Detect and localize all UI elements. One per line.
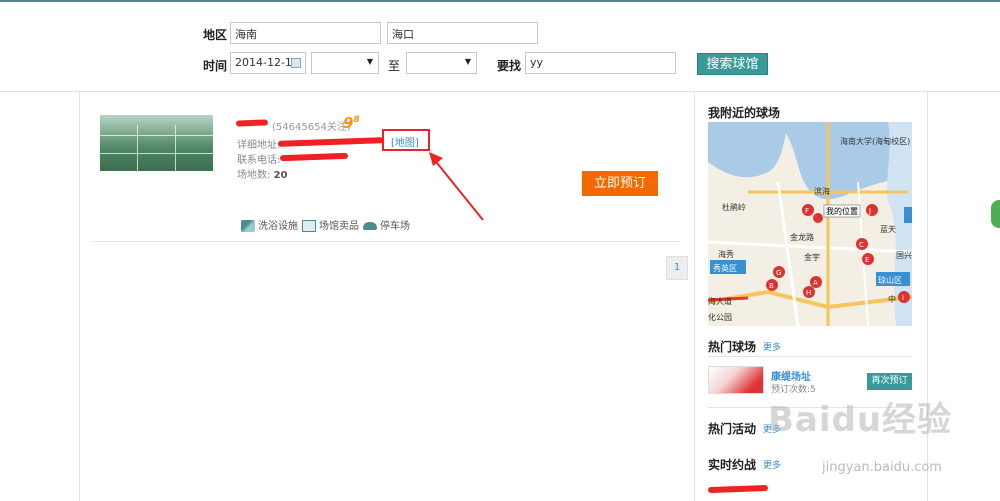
svg-text:秀英区: 秀英区 [713, 263, 737, 273]
venue-score: 98 [343, 114, 360, 132]
hot-venues-title: 热门球场 [708, 340, 757, 354]
shower-icon [241, 220, 255, 232]
date-value: 2014-12-15 [235, 56, 299, 69]
side-float-tab[interactable] [991, 200, 1000, 228]
redacted-battle-item [707, 484, 769, 494]
calendar-icon[interactable] [291, 58, 301, 68]
svg-text:杜鹃岭: 杜鹃岭 [722, 202, 746, 212]
svg-text:国兴: 国兴 [896, 251, 912, 260]
redacted-venue-name [235, 119, 269, 127]
chevron-down-icon: ▼ [366, 57, 373, 66]
live-battles-title: 实时约战 [708, 458, 757, 472]
province-input[interactable]: 海南 [230, 22, 381, 44]
svg-text:海大道: 海大道 [708, 296, 732, 306]
svg-text:G: G [776, 269, 781, 277]
svg-text:H: H [806, 289, 811, 297]
svg-text:E: E [865, 256, 869, 264]
nearby-venues-title: 我附近的球场 [708, 106, 781, 120]
address-label: 详细地址: [237, 140, 281, 151]
svg-text:海秀: 海秀 [718, 249, 734, 259]
region-label: 地区 [203, 28, 228, 42]
svg-text:金宇: 金宇 [804, 252, 820, 262]
svg-text:化公园: 化公园 [708, 312, 732, 322]
hot-venue-thumbnail[interactable] [708, 366, 764, 394]
svg-text:滨海: 滨海 [814, 186, 830, 196]
sidebar-separator [708, 356, 912, 357]
map-graphic: 海南大学(海甸校区) 滨海 杜鹃岭 金龙路 蓝天 金宇 秀英区 海秀 国兴 琼山… [708, 122, 912, 326]
redacted-phone [279, 152, 349, 162]
svg-text:蓝天: 蓝天 [880, 224, 896, 234]
date-input[interactable]: 2014-12-15 [230, 52, 306, 74]
rebook-button[interactable]: 再次预订 [867, 373, 912, 390]
facility-shower: 洗浴设施 [241, 217, 298, 232]
live-battles-more-link[interactable]: 更多 [763, 458, 781, 471]
baidu-watermark: Baidu经验 [768, 400, 953, 440]
annotation-highlight-box [382, 129, 430, 151]
redacted-address [277, 137, 385, 147]
watermark-url: jingyan.baidu.com [822, 460, 942, 475]
svg-text:F: F [805, 207, 809, 215]
column-divider [694, 92, 695, 501]
venue-photo[interactable] [100, 115, 213, 171]
svg-text:海南大学(海甸校区): 海南大学(海甸校区) [840, 136, 910, 146]
svg-text:I: I [902, 294, 904, 302]
facility-store: 场馆卖品 [302, 217, 359, 232]
page-1-button[interactable]: 1 [666, 256, 688, 280]
hot-venues-more-link[interactable]: 更多 [763, 340, 781, 353]
chevron-down-icon: ▼ [464, 57, 471, 66]
car-icon [363, 222, 377, 230]
store-icon [302, 220, 316, 232]
follow-count: (54645654关注) [272, 122, 351, 133]
svg-text:C: C [859, 241, 864, 249]
svg-text:J: J [868, 207, 871, 215]
hot-events-title: 热门活动 [708, 422, 757, 436]
search-panel: 地区 海南 海口 时间 2014-12-15 ▼ 至 ▼ 要找 yy 搜索球馆 [0, 2, 1000, 92]
time-label: 时间 [203, 59, 228, 73]
svg-text:琼山区: 琼山区 [878, 275, 902, 285]
to-label: 至 [388, 59, 401, 73]
svg-text:金龙路: 金龙路 [790, 232, 814, 242]
svg-text:A: A [813, 279, 818, 287]
keyword-input[interactable]: yy [525, 52, 676, 74]
city-input[interactable]: 海口 [387, 22, 538, 44]
facility-parking: 停车场 [363, 217, 410, 232]
annotation-arrow [429, 152, 484, 221]
content-border-left [79, 92, 80, 501]
end-time-select[interactable]: ▼ [406, 52, 477, 74]
svg-text:B: B [769, 282, 774, 290]
phone-label: 联系电话: [237, 155, 281, 166]
hot-venue-name[interactable]: 康缇场址 [771, 368, 811, 383]
courts-label: 场地数: 20 [237, 170, 288, 181]
book-now-button[interactable]: 立即预订 [582, 171, 658, 196]
keyword-label: 要找 [497, 59, 522, 73]
nearby-map[interactable]: 海南大学(海甸校区) 滨海 杜鹃岭 金龙路 蓝天 金宇 秀英区 海秀 国兴 琼山… [708, 122, 912, 326]
svg-text:中: 中 [888, 294, 896, 304]
my-location-label: 我的位置 [826, 206, 858, 216]
start-time-select[interactable]: ▼ [311, 52, 379, 74]
listing-separator [93, 241, 680, 242]
search-venue-button[interactable]: 搜索球馆 [697, 53, 768, 75]
